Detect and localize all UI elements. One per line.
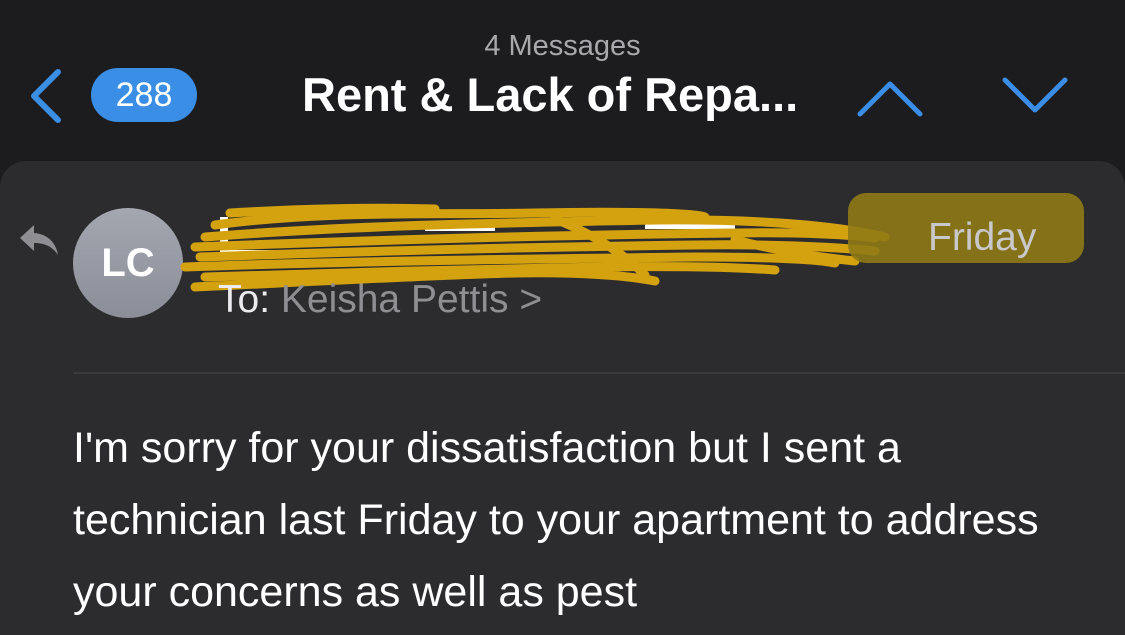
chevron-right-icon[interactable]: > <box>519 278 542 321</box>
recipient-line[interactable]: To: Keisha Pettis > <box>218 278 542 322</box>
chevron-up-icon[interactable] <box>855 76 925 120</box>
chevron-left-icon[interactable] <box>26 66 66 126</box>
mail-thread-screen: 288 4 Messages Rent & Lack of Repa... LC <box>0 0 1125 635</box>
thread-subject: Rent & Lack of Repa... <box>302 68 799 121</box>
reply-arrow-icon[interactable] <box>18 223 60 257</box>
message-body: I'm sorry for your dissatisfaction but I… <box>73 424 1039 616</box>
recipient-name[interactable]: Keisha Pettis <box>281 278 509 321</box>
unread-count-badge[interactable]: 288 <box>91 68 197 122</box>
message-date: Friday <box>928 216 1037 259</box>
avatar[interactable]: LC <box>73 208 183 318</box>
chevron-down-icon[interactable] <box>1000 72 1070 116</box>
navigation-bar: 288 4 Messages Rent & Lack of Repa... <box>0 0 1125 160</box>
header-divider <box>73 372 1125 374</box>
to-label: To: <box>218 278 271 321</box>
message-count: 4 Messages <box>484 30 641 62</box>
